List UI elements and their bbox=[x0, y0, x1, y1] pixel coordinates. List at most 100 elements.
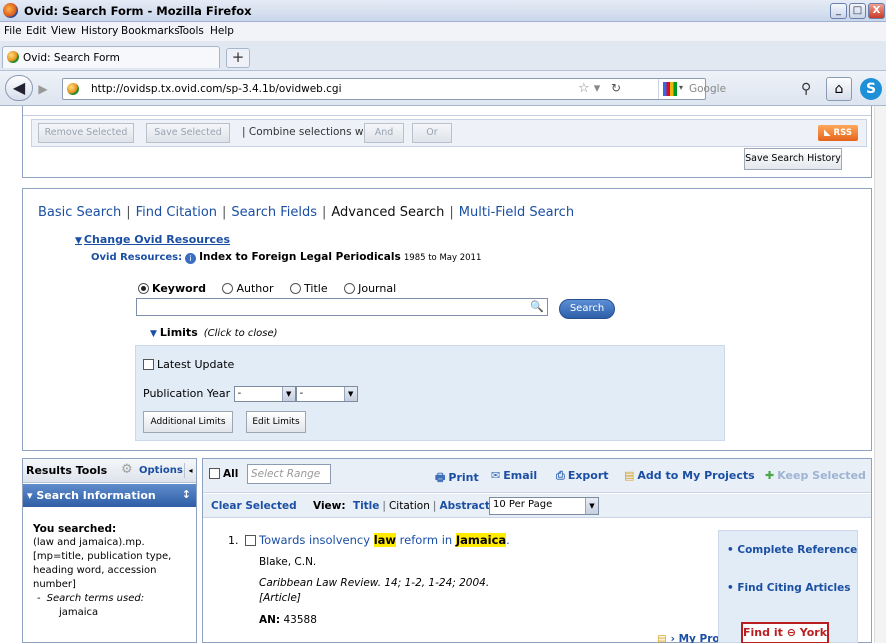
info-icon[interactable]: i bbox=[185, 253, 197, 264]
find-citing-articles-link[interactable]: • Find Citing Articles bbox=[727, 582, 850, 594]
view-abstract-link[interactable]: Abstract bbox=[439, 500, 489, 512]
radio-keyword[interactable]: Keyword bbox=[138, 282, 206, 295]
forward-arrow-icon: ▶ bbox=[38, 82, 48, 96]
combine-and-button[interactable]: And bbox=[364, 123, 404, 143]
save-selected-button[interactable]: Save Selected bbox=[146, 123, 230, 143]
year-from-select[interactable]: - ▼ bbox=[233, 386, 296, 402]
per-page-select[interactable]: 10 Per Page ▼ bbox=[489, 497, 599, 515]
menu-edit[interactable]: Edit bbox=[26, 25, 46, 37]
search-information-header[interactable]: ▾ Search Information ↕ bbox=[23, 484, 196, 507]
bookmark-star-icon[interactable]: ☆ ▾ bbox=[578, 81, 600, 96]
complete-reference-link[interactable]: • Complete Reference bbox=[727, 544, 857, 556]
chevron-down-icon: ▼ bbox=[343, 387, 357, 401]
tab-advanced-search[interactable]: Advanced Search bbox=[331, 205, 444, 220]
page-scrollbar[interactable] bbox=[874, 106, 886, 643]
year-to-select[interactable]: - ▼ bbox=[295, 386, 358, 402]
home-button[interactable]: ⌂ bbox=[826, 77, 852, 101]
email-icon: ✉ bbox=[491, 469, 501, 482]
combine-or-button[interactable]: Or bbox=[412, 123, 452, 143]
resize-icon[interactable]: ↕ bbox=[182, 488, 191, 501]
search-button[interactable]: Search bbox=[559, 299, 615, 319]
keyword-search-input[interactable]: 🔍 bbox=[136, 298, 548, 316]
edit-limits-button[interactable]: Edit Limits bbox=[246, 411, 306, 433]
search-placeholder: Google bbox=[689, 83, 727, 95]
limits-box: Latest Update Publication Year - ▼ - ▼ Addi… bbox=[135, 345, 725, 441]
collapse-panel-button[interactable]: ◂ bbox=[184, 463, 196, 478]
menu-bar: File Edit View History Bookmarks Tools H… bbox=[0, 22, 886, 41]
change-resources-link[interactable]: ▼ Change Ovid Resources bbox=[75, 233, 230, 246]
gear-icon[interactable]: ⚙ bbox=[121, 462, 133, 477]
record-type: [Article] bbox=[259, 592, 301, 604]
skype-icon[interactable]: S bbox=[860, 78, 882, 100]
record-title-link[interactable]: Towards insolvency law reform in Jamaica… bbox=[245, 533, 510, 547]
database-years: 1985 to May 2011 bbox=[403, 253, 482, 263]
record-source: Caribbean Law Review. 14; 1-2, 1-24; 200… bbox=[259, 577, 490, 589]
browser-window: Ovid: Search Form - Mozilla Firefox _ □ … bbox=[0, 0, 886, 643]
tab-multi-field-search[interactable]: Multi-Field Search bbox=[459, 205, 574, 220]
tab-basic-search[interactable]: Basic Search bbox=[38, 205, 121, 220]
engine-dropdown-icon[interactable]: ▾ bbox=[679, 83, 683, 92]
tab-find-citation[interactable]: Find Citation bbox=[136, 205, 217, 220]
menu-tools[interactable]: Tools bbox=[178, 25, 204, 37]
triangle-down-icon: ▼ bbox=[150, 329, 157, 339]
keep-selected-button[interactable]: ✚ Keep Selected bbox=[765, 469, 866, 482]
view-citation-link[interactable]: Citation bbox=[389, 500, 430, 512]
find-it-york-button[interactable]: Find it ⊖ York bbox=[741, 622, 829, 643]
view-label: View: bbox=[313, 500, 346, 512]
checkbox-icon bbox=[143, 359, 154, 370]
view-title-link[interactable]: Title bbox=[353, 500, 380, 512]
url-bar[interactable]: http://ovidsp.tx.ovid.com/sp-3.4.1b/ovid… bbox=[62, 78, 726, 100]
record-checkbox[interactable] bbox=[245, 535, 256, 546]
limits-toggle[interactable]: ▼ Limits (Click to close) bbox=[150, 326, 278, 339]
rss-button[interactable]: ◣ RSS bbox=[818, 125, 858, 141]
query-line: heading word, accession bbox=[33, 565, 157, 576]
remove-selected-button[interactable]: Remove Selected bbox=[38, 123, 134, 143]
print-button[interactable]: 🖶 Print bbox=[435, 469, 479, 488]
clear-selected-link[interactable]: Clear Selected bbox=[211, 500, 297, 512]
radio-author[interactable]: Author bbox=[222, 282, 274, 295]
resources-label: Ovid Resources: bbox=[91, 252, 183, 263]
options-link[interactable]: Options bbox=[139, 465, 183, 476]
tab-search-fields[interactable]: Search Fields bbox=[231, 205, 317, 220]
new-tab-button[interactable]: + bbox=[226, 48, 250, 68]
email-button[interactable]: ✉ Email bbox=[491, 469, 537, 482]
search-magnifier-icon[interactable]: 🔍 bbox=[530, 300, 544, 313]
firefox-logo-icon bbox=[3, 3, 18, 18]
menu-bookmarks[interactable]: Bookmarks bbox=[121, 25, 180, 37]
select-all-checkbox[interactable]: All bbox=[209, 468, 238, 480]
radio-journal[interactable]: Journal bbox=[344, 282, 396, 295]
folder-icon: ▤ bbox=[657, 633, 667, 643]
results-tools-title: Results Tools bbox=[26, 464, 108, 477]
radio-title[interactable]: Title bbox=[290, 282, 328, 295]
history-action-bar: Remove Selected Save Selected | Combine … bbox=[31, 119, 867, 147]
forward-button[interactable]: ▶ bbox=[33, 79, 53, 99]
browser-tab[interactable]: Ovid: Search Form bbox=[2, 46, 220, 68]
radio-empty-icon bbox=[222, 283, 234, 294]
menu-file[interactable]: File bbox=[4, 25, 22, 37]
folder-icon: ▤ bbox=[624, 469, 635, 482]
close-button[interactable]: X bbox=[868, 3, 885, 19]
minimize-button[interactable]: _ bbox=[830, 3, 847, 19]
export-button[interactable]: ⎙ Export bbox=[556, 469, 609, 483]
maximize-button[interactable]: □ bbox=[849, 3, 866, 19]
search-bar[interactable]: ▾ Google bbox=[658, 79, 768, 99]
additional-limits-button[interactable]: Additional Limits bbox=[143, 411, 233, 433]
search-magnifier-icon[interactable]: ⚲ bbox=[801, 81, 811, 97]
page-content: Remove Selected Save Selected | Combine … bbox=[0, 106, 886, 643]
menu-help[interactable]: Help bbox=[210, 25, 234, 37]
results-panel: All Select Range 🖶 Print ✉ Email ⎙ Export ▤… bbox=[202, 458, 872, 643]
search-panel: Basic Search | Find Citation | Search Fields… bbox=[22, 188, 872, 451]
add-to-projects-button[interactable]: ▤ Add to My Projects bbox=[624, 469, 755, 482]
menu-history[interactable]: History bbox=[81, 25, 118, 37]
google-engine-icon[interactable] bbox=[663, 82, 677, 96]
back-button[interactable]: ◀ bbox=[5, 75, 33, 101]
search-term: jamaica bbox=[59, 607, 99, 618]
record-number: 1. bbox=[228, 534, 239, 547]
save-search-history-button[interactable]: Save Search History bbox=[744, 148, 842, 170]
reload-icon[interactable]: ↻ bbox=[611, 81, 621, 95]
latest-update-checkbox[interactable]: Latest Update bbox=[143, 358, 234, 371]
back-arrow-icon: ◀ bbox=[12, 78, 26, 97]
select-range-input[interactable]: Select Range bbox=[247, 464, 331, 484]
menu-view[interactable]: View bbox=[51, 25, 76, 37]
home-icon: ⌂ bbox=[834, 81, 844, 97]
